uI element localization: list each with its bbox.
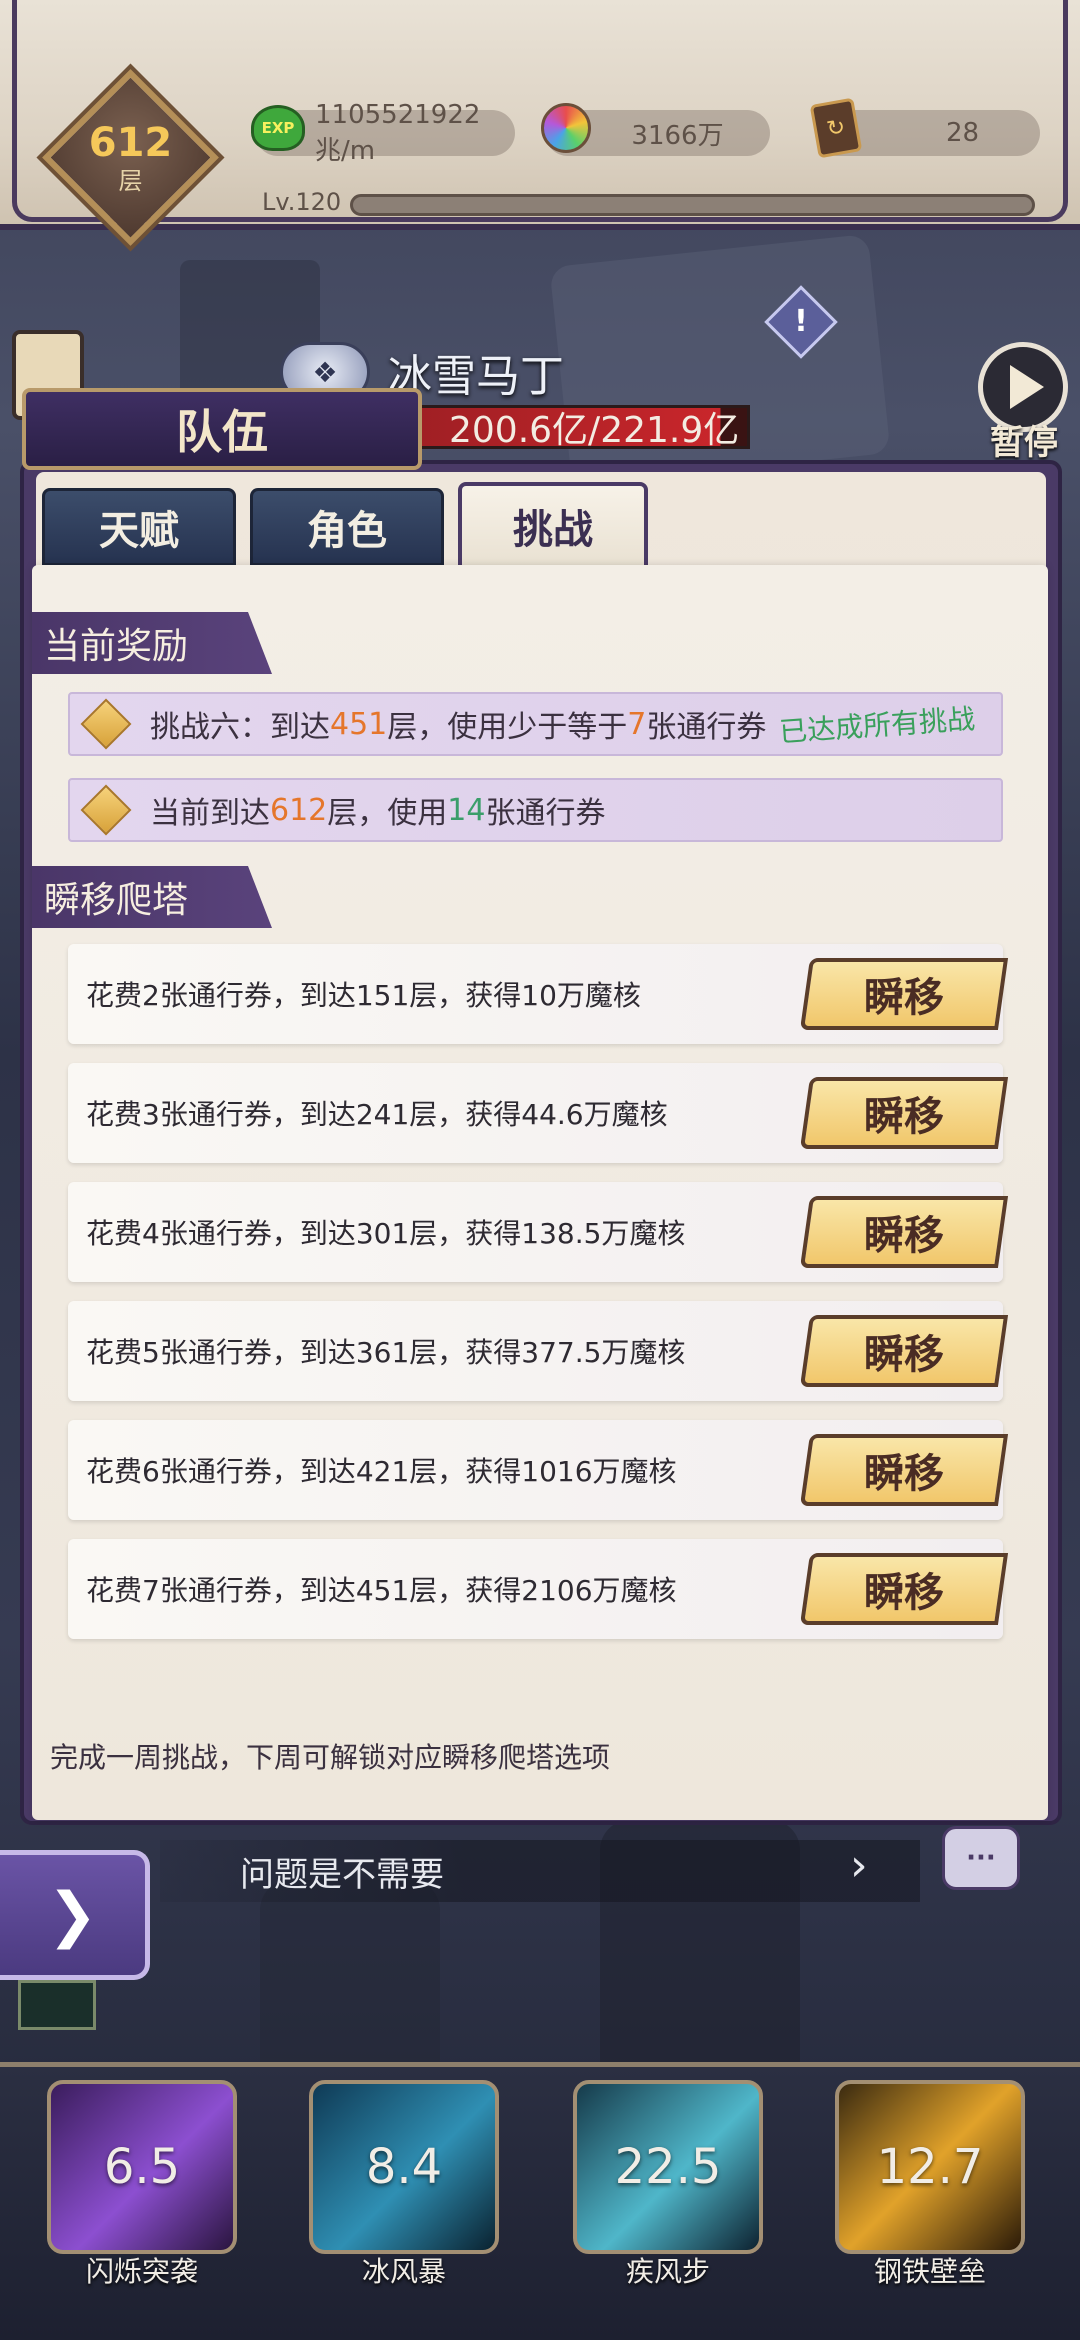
- current-ticket-count: 14: [447, 792, 486, 828]
- all-challenges-done-tag: 已达成所有挑战: [778, 702, 977, 749]
- teleport-option-row: 花费7张通行券，到达451层，获得2106万魔核 瞬移: [68, 1539, 1009, 1639]
- skill-slot-flash-strike[interactable]: 6.5 闪烁突袭: [44, 2080, 240, 2290]
- rainbow-orb-icon: [541, 103, 591, 153]
- teleport-button[interactable]: 瞬移: [799, 1315, 1009, 1387]
- skill-cooldown: 22.5: [614, 2139, 722, 2195]
- reward-row-current: 当前到达 612 层，使用 14 张通行券: [68, 778, 1003, 842]
- teleport-option-text: 花费2张通行券，到达151层，获得10万魔核: [86, 979, 641, 1012]
- reward-row-challenge: 挑战六：到达 451 层，使用少于等于 7 张通行券 已达成所有挑战: [68, 692, 1003, 756]
- teleport-option-row: 花费2张通行券，到达151层，获得10万魔核 瞬移: [68, 944, 1009, 1044]
- mini-avatar[interactable]: [18, 1980, 96, 2030]
- tab-character[interactable]: 角色: [250, 488, 444, 566]
- current-text-suffix: 张通行券: [485, 796, 606, 831]
- skill-cooldown: 12.7: [876, 2139, 984, 2195]
- teleport-option-text: 花费7张通行券，到达451层，获得2106万魔核: [86, 1574, 677, 1607]
- teleport-option-row: 花费3张通行券，到达241层，获得44.6万魔核 瞬移: [68, 1063, 1009, 1163]
- skill-name: 冰风暴: [361, 2255, 446, 2288]
- floor-number: 612: [88, 119, 173, 166]
- chevron-right-icon[interactable]: ›: [850, 1840, 868, 1891]
- teleport-button-label: 瞬移: [864, 1093, 944, 1140]
- current-text-prefix: 当前到达: [150, 796, 270, 831]
- tab-challenge[interactable]: 挑战: [458, 482, 648, 566]
- teleport-option-row: 花费6张通行券，到达421层，获得1016万魔核 瞬移: [68, 1420, 1009, 1520]
- teleport-button[interactable]: 瞬移: [799, 1196, 1009, 1268]
- floor-badge: 612 层: [38, 65, 223, 250]
- chat-message: 问题是不需要: [240, 1854, 444, 1895]
- teleport-button[interactable]: 瞬移: [799, 958, 1009, 1030]
- reward-text-prefix: 挑战六：到达: [150, 710, 330, 745]
- unlock-note: 完成一周挑战，下周可解锁对应瞬移爬塔选项: [50, 1741, 611, 1774]
- pause-label[interactable]: 暂停: [990, 415, 1058, 464]
- teleport-option-text: 花费4张通行券，到达301层，获得138.5万魔核: [86, 1217, 686, 1250]
- iron-bastion-icon[interactable]: 12.7: [835, 2080, 1025, 2254]
- current-floor: 612: [270, 792, 328, 828]
- flash-strike-icon[interactable]: 6.5: [47, 2080, 237, 2254]
- exp-icon: EXP: [250, 100, 306, 156]
- teleport-option-row: 花费4张通行券，到达301层，获得138.5万魔核 瞬移: [68, 1182, 1009, 1282]
- hero-hp-text: 200.6亿/221.9亿: [449, 410, 740, 451]
- panel-tabs: 天赋 角色 挑战: [42, 482, 648, 568]
- skill-slot-iron-bastion[interactable]: 12.7 钢铁壁垒: [832, 2080, 1028, 2290]
- play-icon: [1010, 365, 1044, 409]
- teleport-button[interactable]: 瞬移: [799, 1077, 1009, 1149]
- magic-core-icon: [538, 100, 594, 156]
- magic-core-value: 3166万: [631, 120, 724, 151]
- teleport-button[interactable]: 瞬移: [799, 1553, 1009, 1625]
- swirl-icon: ❯: [47, 1880, 98, 1950]
- skill-name: 钢铁壁垒: [873, 2255, 986, 2288]
- chat-bar[interactable]: 问题是不需要: [160, 1840, 920, 1902]
- teleport-option-text: 花费5张通行券，到达361层，获得377.5万魔核: [86, 1336, 686, 1369]
- tab-talent[interactable]: 天赋: [42, 488, 236, 566]
- teleport-button-label: 瞬移: [864, 1212, 944, 1259]
- skill-cooldown: 8.4: [365, 2139, 443, 2195]
- skill-slot-ice-storm[interactable]: 8.4 冰风暴: [306, 2080, 502, 2290]
- current-reward-header: 当前奖励: [32, 612, 272, 674]
- teleport-button-label: 瞬移: [864, 1450, 944, 1497]
- current-text-mid: 层，使用: [327, 796, 448, 831]
- team-banner: 队伍: [22, 388, 422, 470]
- skill-flag-button[interactable]: ❯: [0, 1850, 150, 1980]
- ticket-icon: ↻: [808, 97, 864, 159]
- reward-text-mid: 层，使用少于等于: [387, 710, 628, 745]
- reward-ticket-count: 7: [627, 706, 647, 742]
- ticket-card-icon: ↻: [809, 97, 863, 159]
- skill-cooldown: 6.5: [103, 2139, 181, 2195]
- exp-rate-value: 1105521922兆/m: [315, 99, 481, 166]
- level-label: Lv.120: [262, 188, 342, 216]
- ice-storm-icon[interactable]: 8.4: [309, 2080, 499, 2254]
- floor-unit: 层: [118, 166, 143, 195]
- teleport-button-label: 瞬移: [864, 974, 944, 1021]
- skill-slot-swift-step[interactable]: 22.5 疾风步: [570, 2080, 766, 2290]
- skill-name: 闪烁突袭: [85, 2255, 198, 2288]
- teleport-option-row: 花费5张通行券，到达361层，获得377.5万魔核 瞬移: [68, 1301, 1009, 1401]
- exp-heart-icon: EXP: [251, 105, 305, 151]
- teleport-button-label: 瞬移: [864, 1331, 944, 1378]
- reward-floor: 451: [330, 706, 388, 742]
- ticket-count: 28: [945, 118, 980, 148]
- swift-step-icon[interactable]: 22.5: [573, 2080, 763, 2254]
- reward-text-suffix: 张通行券: [646, 710, 767, 745]
- chat-bubble-icon[interactable]: ···: [942, 1826, 1020, 1890]
- teleport-option-text: 花费3张通行券，到达241层，获得44.6万魔核: [86, 1098, 668, 1131]
- skill-name: 疾风步: [625, 2255, 710, 2288]
- teleport-button-label: 瞬移: [864, 1569, 944, 1616]
- gold-diamond-icon: [80, 698, 132, 750]
- gold-diamond-icon: [80, 784, 132, 836]
- teleport-option-text: 花费6张通行券，到达421层，获得1016万魔核: [86, 1455, 677, 1488]
- floor-label: 612 层: [89, 123, 173, 193]
- hero-hp-bar: 200.6亿/221.9亿: [410, 405, 750, 451]
- level-progress-bar: [350, 194, 1035, 216]
- teleport-button[interactable]: 瞬移: [799, 1434, 1009, 1506]
- teleport-climb-header: 瞬移爬塔: [32, 866, 272, 928]
